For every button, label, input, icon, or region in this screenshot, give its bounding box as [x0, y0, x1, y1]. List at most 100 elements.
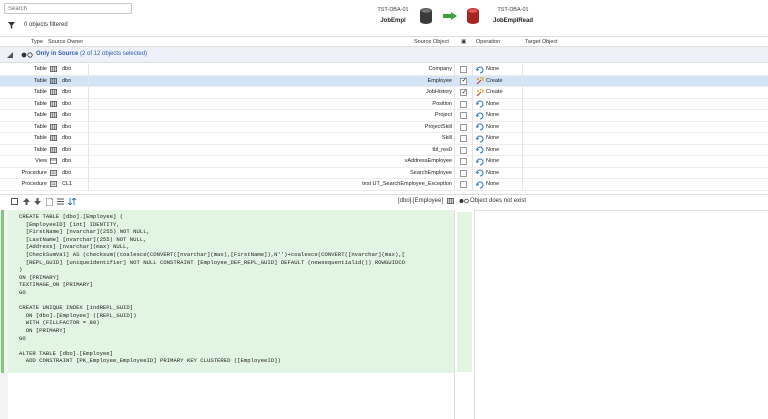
- column-divider: [454, 98, 455, 109]
- grid-header: Type Source Owner Source Object ▣ Operat…: [0, 36, 768, 47]
- row-source-object: ProjectSkill: [424, 123, 452, 130]
- collapse-triangle-icon[interactable]: [7, 52, 13, 58]
- row-source-object: test UT_SearchEmployee_Exception: [362, 181, 452, 187]
- row-owner: dbo: [62, 89, 72, 95]
- row-checkbox[interactable]: [460, 123, 467, 131]
- group-title-text: Only in Source: [36, 51, 79, 57]
- row-owner: dbo: [62, 66, 72, 72]
- filter-icon[interactable]: [8, 21, 15, 29]
- column-divider: [472, 144, 473, 155]
- row-checkbox[interactable]: [460, 169, 467, 177]
- row-operation[interactable]: None: [486, 112, 499, 118]
- target-script-pane[interactable]: [474, 210, 768, 419]
- row-operation[interactable]: None: [486, 101, 499, 107]
- table-row[interactable]: Table dbo Employee Create: [0, 75, 768, 87]
- group-row-only-in-source[interactable]: Only in Source (2 of 12 objects selected…: [0, 47, 768, 63]
- source-script-empty-area[interactable]: [8, 373, 454, 419]
- column-divider: [522, 133, 523, 144]
- row-checkbox[interactable]: [460, 135, 467, 142]
- table-row[interactable]: View dbo vAddressEmployee None: [0, 156, 768, 168]
- column-divider: [88, 110, 89, 121]
- column-divider: [454, 75, 455, 86]
- row-operation[interactable]: Create: [486, 89, 503, 95]
- up-arrow-icon[interactable]: [23, 198, 30, 205]
- column-divider: [454, 167, 455, 178]
- compare-direction-arrow-icon[interactable]: [443, 12, 457, 20]
- table-row[interactable]: Table dbo Skill None: [0, 133, 768, 145]
- row-type: Table: [33, 77, 47, 84]
- none-operation-icon: [476, 158, 484, 165]
- table-row[interactable]: Table dbo tbl_res0 None: [0, 144, 768, 156]
- target-server: TST-DBA-01: [497, 7, 529, 13]
- col-type-header[interactable]: Type: [31, 39, 43, 45]
- row-owner: dbo: [62, 135, 72, 141]
- top-bar: 0 objects filtered TST-DBA-01 JobEmpl TS…: [0, 0, 768, 36]
- row-owner: dbo: [62, 112, 72, 118]
- row-source-object: tbl_res0: [432, 146, 452, 153]
- col-operation-header[interactable]: Operation: [476, 39, 500, 45]
- table-row[interactable]: Table dbo ProjectSkill None: [0, 121, 768, 133]
- header-checkbox-icon[interactable]: ▣: [461, 39, 466, 45]
- row-operation[interactable]: None: [486, 170, 499, 176]
- row-type: Table: [33, 146, 47, 153]
- list-icon[interactable]: [57, 198, 64, 205]
- column-divider: [88, 87, 89, 98]
- row-checkbox[interactable]: [460, 158, 467, 165]
- comparison-grid: Type Source Owner Source Object ▣ Operat…: [0, 36, 768, 191]
- column-divider: [522, 75, 523, 86]
- table-row[interactable]: Procedure dbo SearchEmployee None: [0, 167, 768, 179]
- column-divider: [454, 144, 455, 155]
- col-source-owner-header[interactable]: Source Owner: [48, 39, 83, 45]
- down-arrow-icon[interactable]: [34, 198, 41, 205]
- target-database: TST-DBA-01 JobEmplRead: [478, 7, 548, 24]
- column-divider: [522, 87, 523, 98]
- sort-icon[interactable]: [68, 198, 76, 205]
- row-type: View: [35, 158, 47, 164]
- column-divider: [522, 144, 523, 155]
- source-script-text: CREATE TABLE [dbo].[Employee] ( [Employe…: [19, 213, 406, 365]
- row-operation[interactable]: None: [486, 147, 499, 153]
- row-owner: dbo: [62, 169, 72, 176]
- none-operation-icon: [476, 181, 484, 188]
- row-operation[interactable]: None: [486, 135, 499, 141]
- document-icon[interactable]: [46, 198, 53, 206]
- table-row[interactable]: Table dbo Project None: [0, 110, 768, 122]
- source-script-pane[interactable]: CREATE TABLE [dbo].[Employee] ( [Employe…: [8, 210, 454, 373]
- row-owner: CL1: [62, 181, 73, 187]
- group-select-toggle-icon[interactable]: [21, 52, 33, 58]
- target-status-toggle-icon[interactable]: [459, 198, 469, 204]
- source-server: TST-DBA-01: [377, 7, 409, 13]
- row-checkbox[interactable]: [460, 100, 467, 108]
- object-rows: Table dbo Company None Table dbo Employee Creat…: [0, 64, 768, 191]
- row-owner: dbo: [62, 123, 72, 130]
- col-source-object-header[interactable]: Source Object: [414, 39, 449, 45]
- row-checkbox[interactable]: [460, 146, 467, 154]
- filter-row: 0 objects filtered: [8, 20, 68, 30]
- row-owner: dbo: [62, 77, 72, 84]
- table-row[interactable]: Table dbo Position None: [0, 98, 768, 110]
- expand-icon[interactable]: [11, 198, 18, 205]
- row-operation[interactable]: None: [486, 158, 499, 164]
- row-operation[interactable]: None: [486, 66, 499, 72]
- row-operation[interactable]: None: [486, 181, 499, 187]
- group-title: Only in Source (2 of 12 objects selected…: [36, 51, 147, 57]
- row-operation[interactable]: Create: [486, 78, 503, 84]
- source-script-object: [dbo].[Employee]: [398, 198, 444, 204]
- column-divider: [522, 167, 523, 178]
- row-checkbox[interactable]: [460, 181, 467, 188]
- diff-overview-bar[interactable]: [454, 210, 474, 419]
- row-operation[interactable]: None: [486, 124, 499, 130]
- column-divider: [472, 87, 473, 98]
- row-checkbox[interactable]: [460, 76, 467, 85]
- search-box[interactable]: [4, 3, 132, 14]
- row-checkbox[interactable]: [460, 88, 467, 96]
- table-row[interactable]: Table dbo Company None: [0, 64, 768, 76]
- col-target-object-header[interactable]: Target Object: [525, 39, 558, 45]
- column-divider: [472, 133, 473, 144]
- search-input[interactable]: [5, 4, 131, 13]
- row-checkbox[interactable]: [460, 66, 467, 73]
- table-row[interactable]: Procedure CL1 test UT_SearchEmployee_Excep…: [0, 179, 768, 191]
- table-row[interactable]: Table dbo JobHistory Create: [0, 87, 768, 99]
- view-icon: [50, 158, 57, 164]
- row-checkbox[interactable]: [460, 112, 467, 119]
